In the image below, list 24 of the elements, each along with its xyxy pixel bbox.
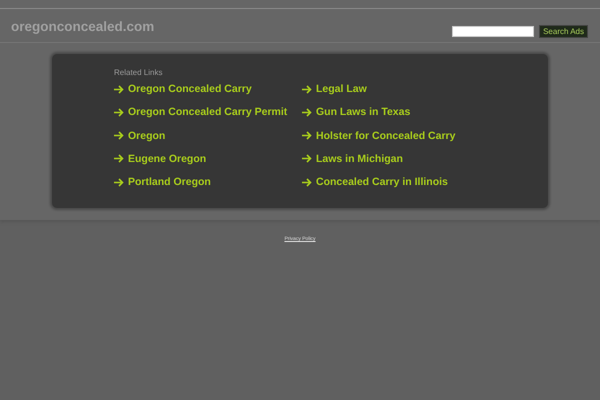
section-heading: Related Links xyxy=(114,68,164,77)
related-link[interactable]: Concealed Carry in Illinois xyxy=(316,176,448,188)
arrow-icon xyxy=(114,154,124,164)
related-link[interactable]: Oregon Concealed Carry Permit xyxy=(128,106,288,118)
search-field[interactable] xyxy=(452,26,534,37)
arrow-icon xyxy=(114,131,124,140)
related-link[interactable]: Oregon Concealed Carry xyxy=(128,83,252,95)
arrow-icon xyxy=(114,178,124,187)
related-link[interactable]: Gun Laws in Texas xyxy=(316,106,410,118)
related-link[interactable]: Holster for Concealed Carry xyxy=(316,130,456,142)
arrow-icon xyxy=(302,131,312,140)
arrow-icon xyxy=(302,84,312,94)
related-link[interactable]: Portland Oregon xyxy=(128,176,211,188)
arrow-icon xyxy=(114,108,124,117)
related-link[interactable]: Legal Law xyxy=(316,83,367,95)
related-link[interactable]: Oregon xyxy=(128,130,166,142)
arrow-icon xyxy=(114,84,124,94)
related-link[interactable]: Laws in Michigan xyxy=(316,152,403,165)
arrow-icon xyxy=(302,108,312,117)
site-title: oregonconcealed.com xyxy=(11,19,154,34)
related-link[interactable]: Eugene Oregon xyxy=(128,152,206,165)
search-button[interactable]: Search Ads xyxy=(539,25,588,38)
arrow-icon xyxy=(302,154,312,164)
arrow-icon xyxy=(302,178,312,187)
